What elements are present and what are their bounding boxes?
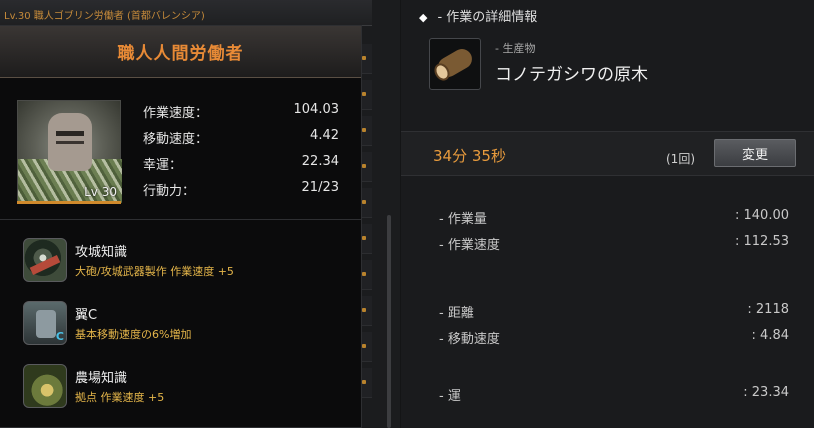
detail-label: - 作業量 [439,212,487,227]
detail-value: : 140.00 [735,208,789,223]
scrollbar[interactable] [387,215,391,428]
skill-name: 攻城知識 [75,245,128,260]
skill-name: 農場知識 [75,371,128,386]
divider [0,219,362,220]
detail-row-move-speed: - 移動速度 : 4.84 [439,328,789,347]
detail-row-work-speed: - 作業速度 : 112.53 [439,234,789,253]
worker-title: 職人人間労働者 [117,44,244,64]
change-button[interactable]: 変更 [714,139,796,167]
product-name: コノテガシワの原木 [495,65,648,85]
detail-label: - 作業速度 [439,238,500,253]
worker-stats: 作業速度： 104.03 移動速度： 4.42 幸運： 22.34 行動力： 2… [143,102,339,206]
background-header-text: Lv.30 職人ゴブリン労働者 (首都バレンシア) [4,11,205,22]
stat-label: 行動力： [143,184,196,199]
detail-value: : 4.84 [751,328,789,343]
detail-row-workload: - 作業量 : 140.00 [439,208,789,227]
detail-value: : 23.34 [743,385,789,400]
detail-label: - 運 [439,389,461,404]
background-header: Lv.30 職人ゴブリン労働者 (首都バレンシア) [0,0,372,26]
stat-label: 移動速度： [143,132,209,147]
stat-luck: 幸運： 22.34 [143,154,339,180]
detail-value: : 2118 [747,302,789,317]
skill-farm-knowledge[interactable]: 農場知識 拠点 作業速度 +5 [23,364,343,414]
farm-knowledge-icon [23,364,67,408]
skill-description: 基本移動速度の6%増加 [75,328,192,341]
skill-wing-c[interactable]: 翼C 基本移動速度の6%増加 [23,301,343,351]
wing-c-icon [23,301,67,345]
stat-stamina: 行動力： 21/23 [143,180,339,206]
skill-name: 翼C [75,308,98,323]
detail-row-distance: - 距離 : 2118 [439,302,789,321]
worker-portrait: Lv 30 [17,100,122,203]
stat-label: 幸運： [143,158,183,173]
detail-header: ◆ - 作業の詳細情報 [419,6,537,25]
stat-value: 4.42 [310,128,339,143]
product-slot[interactable] [429,38,481,90]
stat-value: 21/23 [301,180,339,195]
work-detail-panel: ◆ - 作業の詳細情報 - 生産物 コノテガシワの原木 34分 35秒 (1回) … [401,0,814,428]
stat-value: 22.34 [301,154,339,169]
stat-move-speed: 移動速度： 4.42 [143,128,339,154]
worker-title-bar: 職人人間労働者 [0,26,361,78]
stat-work-speed: 作業速度： 104.03 [143,102,339,128]
level-badge: Lv 30 [84,185,117,199]
diamond-icon: ◆ [419,11,428,24]
skill-description: 拠点 作業速度 +5 [75,391,165,404]
detail-header-text: - 作業の詳細情報 [437,10,538,25]
stat-label: 作業速度： [143,106,209,121]
detail-value: : 112.53 [735,234,789,249]
skill-siege-knowledge[interactable]: 攻城知識 大砲/攻城武器製作 作業速度 +5 [23,238,343,288]
stat-value: 104.03 [293,102,340,117]
portrait-underline [17,201,121,204]
product-category: - 生産物 [495,42,536,55]
siege-knowledge-icon [23,238,67,282]
work-time-bar: 34分 35秒 (1回) 変更 [401,131,814,176]
detail-row-luck: - 運 : 23.34 [439,385,789,404]
detail-label: - 移動速度 [439,332,500,347]
work-time: 34分 35秒 [433,147,506,165]
skill-description: 大砲/攻城武器製作 作業速度 +5 [75,265,234,278]
repeat-count: (1回) [666,152,695,166]
detail-label: - 距離 [439,306,474,321]
worker-info-card: 職人人間労働者 Lv 30 作業速度： 104.03 移動速度： 4.42 幸運… [0,25,362,428]
